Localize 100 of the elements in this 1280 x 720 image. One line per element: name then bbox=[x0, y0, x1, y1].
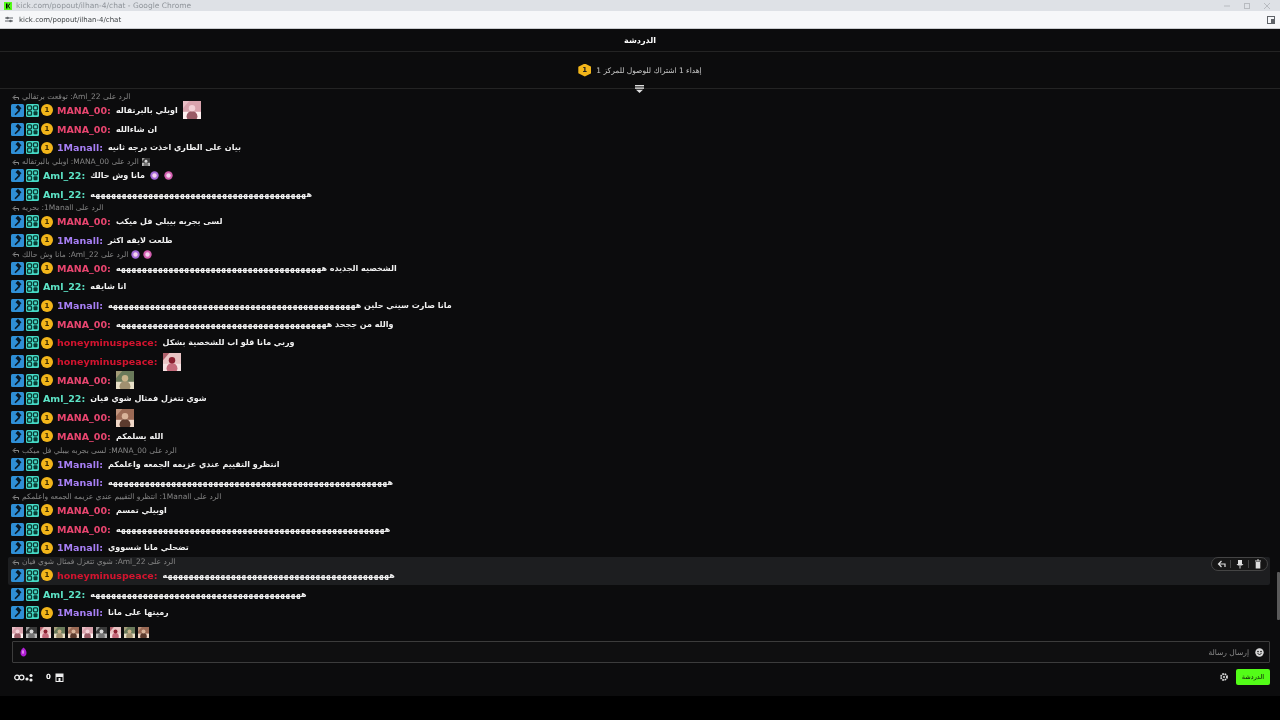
hammer-badge-icon bbox=[11, 299, 24, 313]
og-badge-icon bbox=[26, 476, 39, 490]
username[interactable]: 1Manall: bbox=[57, 458, 103, 470]
message-text: شوي تتغزل فمثال شوي فيان bbox=[90, 394, 207, 404]
og-badge-icon bbox=[26, 587, 39, 601]
message-text: ان شاءالله bbox=[115, 124, 158, 134]
message-text: مانا وش حالك bbox=[90, 170, 146, 180]
username[interactable]: Aml_22: bbox=[43, 169, 86, 181]
username[interactable]: Aml_22: bbox=[43, 188, 86, 200]
og-badge-icon bbox=[26, 392, 39, 406]
hammer-badge-icon bbox=[11, 411, 24, 425]
message-text: الشخصيه الجديده هههههههههههههههههههههههههههههههههههههههه bbox=[115, 263, 397, 273]
message-text: هههههههههههههههههههههههههههههههههههههههههههههههههههه bbox=[115, 524, 391, 534]
username[interactable]: MANA_00: bbox=[57, 504, 111, 516]
username[interactable]: Aml_22: bbox=[43, 281, 86, 293]
hammer-badge-icon bbox=[11, 355, 24, 369]
chat-title: الدردشة bbox=[624, 35, 656, 45]
username[interactable]: MANA_00: bbox=[57, 216, 111, 228]
username[interactable]: 1Manall: bbox=[57, 477, 103, 489]
reply-arrow-icon bbox=[12, 558, 19, 565]
hammer-badge-icon bbox=[11, 141, 24, 155]
og-badge-icon bbox=[26, 522, 39, 536]
og-badge-icon bbox=[26, 541, 39, 555]
username[interactable]: MANA_00: bbox=[57, 523, 111, 535]
emoji-picker-icon[interactable] bbox=[1255, 647, 1264, 657]
username[interactable]: MANA_00: bbox=[57, 123, 111, 135]
scrollbar-thumb[interactable] bbox=[1277, 572, 1280, 621]
og-badge-icon bbox=[26, 141, 39, 155]
hammer-badge-icon bbox=[11, 392, 24, 406]
username[interactable]: 1Manall: bbox=[57, 142, 103, 154]
og-badge-icon bbox=[26, 355, 39, 369]
hammer-badge-icon bbox=[11, 429, 24, 443]
hammer-badge-icon bbox=[11, 261, 24, 275]
message-text: رميتها على مانا bbox=[107, 608, 169, 618]
message-text: هههههههههههههههههههههههههههههههههههههههههه bbox=[90, 189, 312, 199]
reply-icon[interactable] bbox=[1216, 559, 1227, 570]
hammer-badge-icon bbox=[11, 317, 24, 331]
trash-icon[interactable] bbox=[1252, 559, 1263, 570]
message-text: هههههههههههههههههههههههههههههههههههههههههههههههههههههه bbox=[107, 478, 393, 488]
og-badge-icon bbox=[26, 233, 39, 247]
username[interactable]: MANA_00: bbox=[57, 412, 111, 424]
pin-icon[interactable] bbox=[1234, 559, 1245, 570]
logo-icon bbox=[4, 1, 12, 10]
collapse-icon[interactable] bbox=[635, 85, 644, 93]
username[interactable]: MANA_00: bbox=[57, 374, 111, 386]
username[interactable]: honeyminuspeace: bbox=[57, 356, 158, 368]
hammer-badge-icon bbox=[11, 280, 24, 294]
hammer-badge-icon bbox=[11, 568, 24, 582]
message-text: والله من ججحد ههههههههههههههههههههههههههههههههههههههههه bbox=[115, 319, 394, 329]
reply-arrow-icon bbox=[12, 158, 19, 165]
reply-arrow-icon bbox=[12, 447, 19, 454]
reply-arrow-icon bbox=[12, 251, 19, 258]
store-icon[interactable] bbox=[54, 672, 64, 682]
og-badge-icon bbox=[26, 503, 39, 517]
og-badge-icon bbox=[26, 187, 39, 201]
hammer-badge-icon bbox=[11, 122, 24, 136]
hammer-badge-icon bbox=[11, 541, 24, 555]
username[interactable]: MANA_00: bbox=[57, 318, 111, 330]
og-badge-icon bbox=[26, 280, 39, 294]
points-icon[interactable] bbox=[14, 672, 34, 682]
username[interactable]: Aml_22: bbox=[43, 393, 86, 405]
username[interactable]: MANA_00: bbox=[57, 104, 111, 116]
message-text: اوبيلي تمسم bbox=[115, 505, 167, 515]
username[interactable]: Aml_22: bbox=[43, 588, 86, 600]
username[interactable]: 1Manall: bbox=[57, 542, 103, 554]
username[interactable]: MANA_00: bbox=[57, 430, 111, 442]
reply-arrow-icon bbox=[12, 93, 19, 100]
hammer-badge-icon bbox=[11, 187, 24, 201]
hammer-badge-icon bbox=[11, 233, 24, 247]
og-badge-icon bbox=[26, 103, 39, 117]
username[interactable]: MANA_00: bbox=[57, 262, 111, 274]
gem-icon[interactable] bbox=[20, 647, 27, 658]
message-text: طلعت لايقه اكثر bbox=[107, 235, 173, 245]
reply-arrow-icon bbox=[12, 204, 19, 211]
og-badge-icon bbox=[26, 336, 39, 350]
username[interactable]: honeyminuspeace: bbox=[57, 337, 158, 349]
site-settings-icon[interactable] bbox=[5, 16, 13, 23]
hammer-badge-icon bbox=[11, 522, 24, 536]
hammer-badge-icon bbox=[11, 457, 24, 471]
og-badge-icon bbox=[26, 215, 39, 229]
message-text: لسى بجربه بيبلي فل ميكب bbox=[115, 217, 223, 227]
message-text: هههههههههههههههههههههههههههههههههههههههههههه bbox=[162, 570, 395, 580]
username[interactable]: 1Manall: bbox=[57, 300, 103, 312]
message-text: مانا صارت سيني حلين هههههههههههههههههههههههههههههههههههههههههههههههه bbox=[107, 301, 452, 311]
og-badge-icon bbox=[26, 457, 39, 471]
hammer-badge-icon bbox=[11, 606, 24, 620]
message-text: بيان على الطاري اخذت درجه ثانيه bbox=[107, 143, 241, 153]
settings-icon[interactable] bbox=[1219, 673, 1228, 682]
hammer-badge-icon bbox=[11, 373, 24, 387]
og-badge-icon bbox=[26, 411, 39, 425]
hammer-badge-icon bbox=[11, 215, 24, 229]
message-text: اوبلي بالبرتقاله bbox=[115, 105, 178, 115]
message-text: ههههههههههههههههههههههههههههههههههههههههه bbox=[90, 589, 307, 599]
hammer-badge-icon bbox=[11, 336, 24, 350]
message-text: انتظرو التقييم عندي عزيمه الجمعه واعلمكم bbox=[107, 459, 280, 469]
username[interactable]: 1Manall: bbox=[57, 234, 103, 246]
og-badge-icon bbox=[26, 299, 39, 313]
og-badge-icon bbox=[26, 317, 39, 331]
username[interactable]: 1Manall: bbox=[57, 607, 103, 619]
open-in-window-icon[interactable] bbox=[1267, 15, 1275, 24]
